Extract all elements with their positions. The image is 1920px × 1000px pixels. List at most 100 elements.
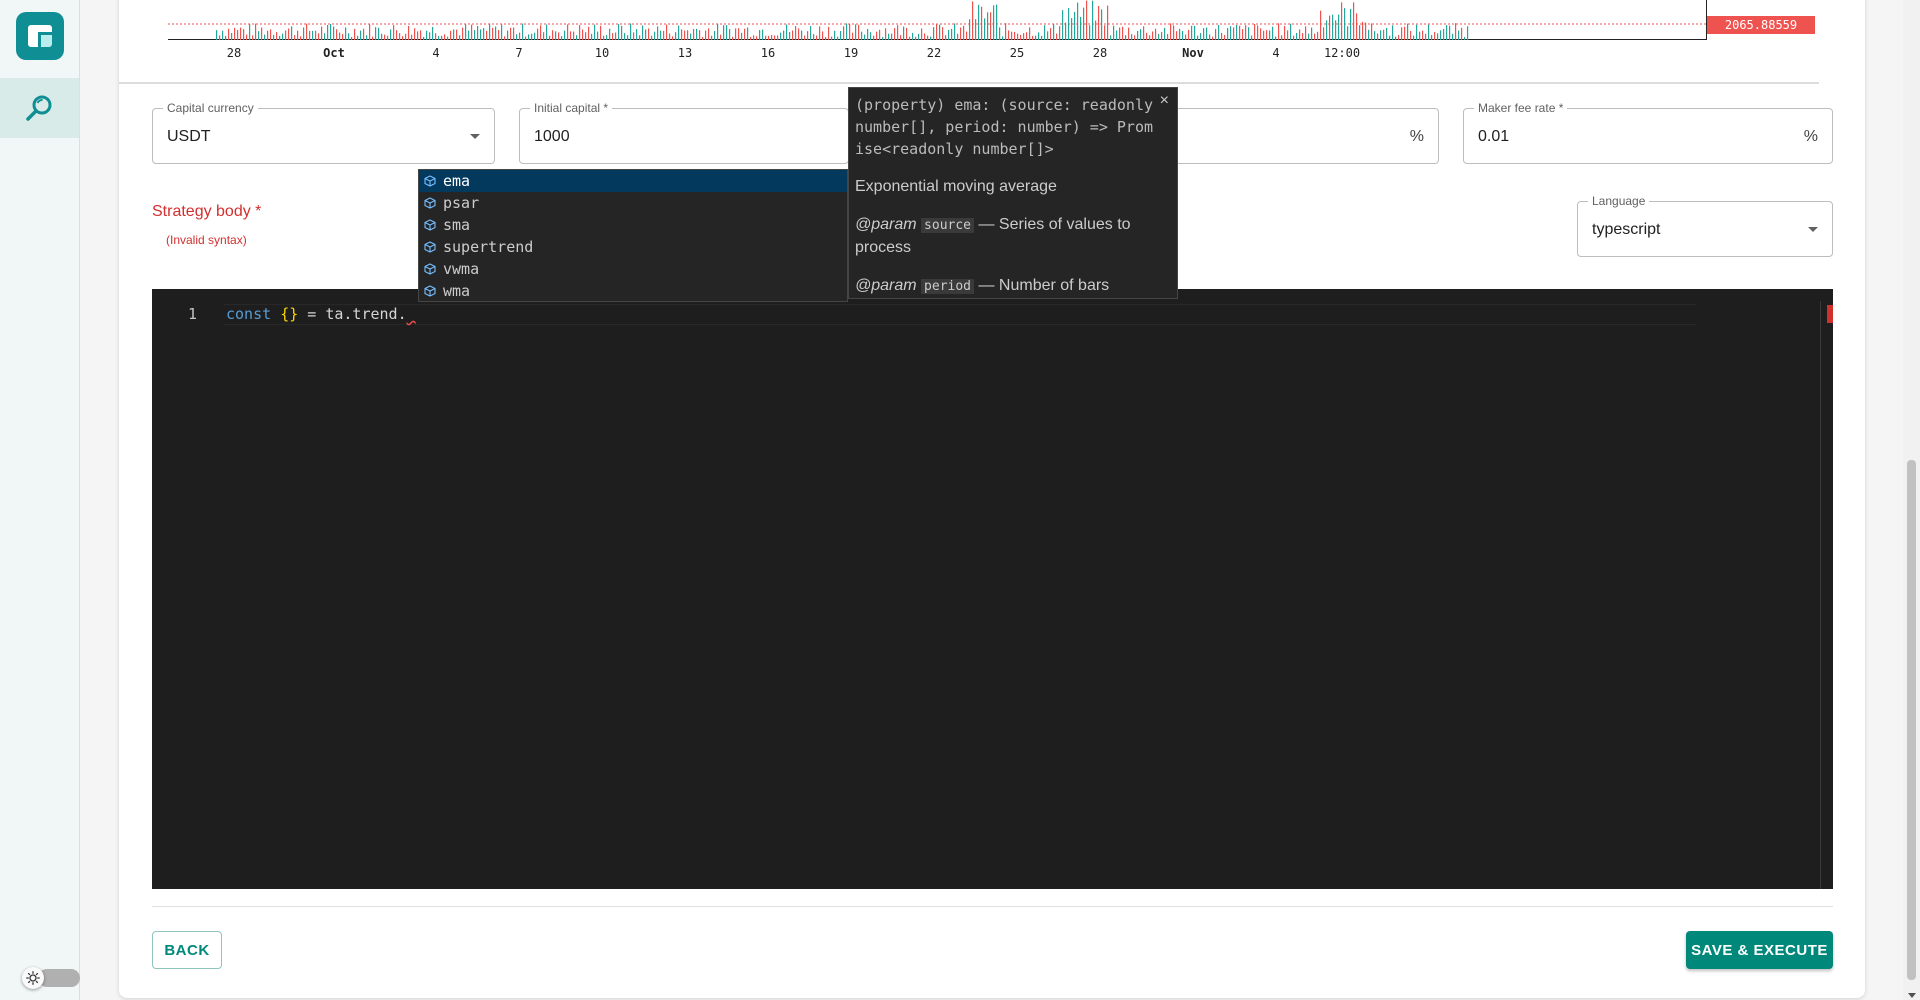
volume-bar [1464,36,1466,40]
suggest-item-vwma[interactable]: vwma [419,258,847,280]
volume-bar [513,27,515,40]
volume-bar [753,35,755,40]
field-value: 1000 [534,128,570,145]
volume-bar [927,35,929,40]
volume-bar [564,30,566,40]
field-label: Maker fee rate * [1474,101,1568,115]
sidebar-item-search[interactable] [0,78,79,138]
volume-bar [1197,35,1199,40]
volume-bar [801,30,803,40]
volume-bar [963,25,965,40]
volume-bar [243,29,245,40]
volume-bar [909,36,911,40]
scrollbar-thumb[interactable] [1907,460,1916,980]
volume-bar [1146,32,1148,40]
volume-bar [1230,26,1232,40]
suggest-item-label: wma [443,282,471,300]
volume-bar [789,31,791,40]
volume-bar [378,27,380,40]
error-squiggle [407,305,416,323]
suggest-item-sma[interactable]: sma [419,214,847,236]
volume-bar [687,30,689,40]
volume-bar [1341,2,1343,41]
volume-bar [1038,32,1040,40]
volume-bar [1068,8,1070,41]
back-button[interactable]: BACK [152,931,222,969]
volume-bar [1008,30,1010,40]
volume-bar [1365,22,1367,40]
volume-bar [945,35,947,40]
volume-bar [474,30,476,40]
volume-bar [573,31,575,40]
volume-bar [1359,25,1361,40]
volume-bar [1005,23,1007,40]
volume-bar [1446,25,1448,40]
volume-bar [933,27,935,40]
volume-bar [498,29,500,40]
param-source: @param source — Series of values to proc… [855,214,1171,259]
volume-bar [846,23,848,40]
volume-bar [435,33,437,40]
volume-bar [447,36,449,40]
volume-bar [1047,31,1049,40]
volume-bar [729,29,731,40]
volume-bar [1194,25,1196,40]
volume-bar [345,27,347,40]
volume-bar [930,36,932,40]
volume-bar [762,29,764,40]
volume-bar [1248,27,1250,40]
code-line[interactable]: const {} = ta.trend. [226,305,416,323]
volume-bar [1059,26,1061,40]
code-editor[interactable]: 1 const {} = ta.trend. [152,289,1833,889]
volume-bar [792,30,794,40]
volume-bar [309,30,311,40]
volume-bar [1191,25,1193,40]
volume-bar [216,30,218,40]
volume-bar [438,35,440,40]
save-execute-button[interactable]: SAVE & EXECUTE [1686,931,1833,969]
volume-bar [1083,7,1085,40]
volume-bar [1149,35,1151,40]
volume-bar [1023,33,1025,40]
volume-bar [1296,32,1298,40]
volume-bar [1209,34,1211,40]
field-value: typescript [1592,221,1661,238]
volume-bar [1020,34,1022,40]
language-select[interactable]: Language typescript [1577,194,1833,257]
suggest-item-supertrend[interactable]: supertrend [419,236,847,258]
time-tick-label: 16 [760,46,776,60]
volume-bar [645,29,647,40]
app-logo[interactable] [16,12,64,60]
volume-bar [306,23,308,40]
suggest-item-wma[interactable]: wma [419,280,847,302]
volume-bar [861,31,863,40]
suggest-item-psar[interactable]: psar [419,192,847,214]
volume-bar [837,36,839,40]
volume-bar [1356,13,1358,40]
volume-bar [1278,23,1280,40]
volume-bar [954,23,956,40]
volume-bar [855,24,857,40]
volume-bar [807,31,809,40]
volume-bar [336,29,338,40]
scroll-down-icon[interactable] [1908,993,1916,998]
maker-fee-input[interactable]: Maker fee rate * 0.01 % [1463,101,1833,164]
volume-bar [1386,27,1388,40]
capital-currency-select[interactable]: Capital currency USDT [152,101,495,164]
volume-bar [795,26,797,40]
volume-bar [918,33,920,40]
volume-bar [735,28,737,40]
volume-bar [978,4,980,41]
volume-bar [690,33,692,40]
close-icon[interactable]: × [1160,92,1169,110]
volume-bar [1002,36,1004,40]
time-tick-label: Oct [323,46,345,60]
page-scrollbar[interactable] [1903,0,1920,1000]
theme-toggle[interactable] [16,966,80,990]
initial-capital-input[interactable]: Initial capital * 1000 [519,101,849,164]
volume-bar [1461,27,1463,40]
taker-fee-input[interactable]: % [1178,108,1439,164]
param-desc: — Number of bars [978,277,1110,294]
volume-bar [873,35,875,40]
suggest-item-ema[interactable]: ema [419,170,847,192]
